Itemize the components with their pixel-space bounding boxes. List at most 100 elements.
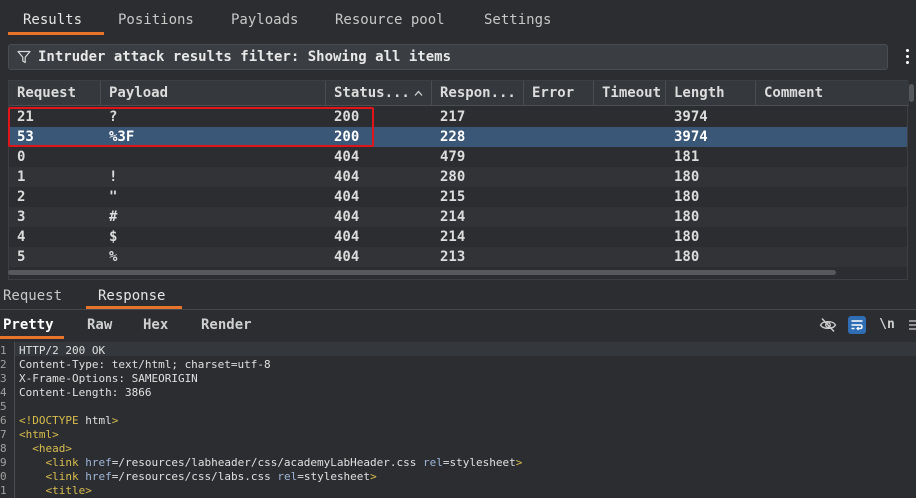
line-number: 1 (0, 344, 7, 357)
cell-status: 404 (334, 169, 360, 185)
tab-resource-pool[interactable]: Resource pool (335, 0, 445, 36)
cell-response: 280 (440, 169, 466, 185)
cell-status: 404 (334, 209, 360, 225)
cell-length: 180 (674, 209, 700, 225)
cell-error (524, 107, 532, 127)
active-view-tab-indicator (0, 336, 64, 339)
line-number: 7 (0, 428, 7, 441)
cell-comment (756, 167, 764, 187)
cell-timeout (594, 187, 602, 207)
view-mode-tabs: Pretty Raw Hex Render (0, 312, 916, 340)
cell-error (524, 187, 532, 207)
cell-response: 217 (440, 109, 466, 125)
highlight-box (8, 107, 374, 147)
cell-payload: # (109, 209, 118, 225)
cell-response: 214 (440, 229, 466, 245)
tab-settings[interactable]: Settings (484, 0, 551, 36)
filter-label: Intruder attack results filter: Showing … (38, 49, 452, 65)
tab-request[interactable]: Request (3, 284, 62, 308)
cell-response: 214 (440, 209, 466, 225)
cell-response: 228 (440, 129, 466, 145)
code-line: <title> (45, 484, 92, 497)
cell-payload (101, 147, 109, 167)
column-header-timeout[interactable]: Timeout (594, 81, 666, 106)
cell-timeout (594, 227, 602, 247)
cell-response: 479 (440, 149, 466, 165)
table-row[interactable]: 2 " 404 215 180 (9, 187, 907, 207)
cell-comment (756, 247, 764, 267)
code-line: <head> (32, 442, 72, 455)
cell-request: 2 (17, 189, 26, 205)
cell-request: 3 (17, 209, 26, 225)
column-header-error[interactable]: Error (524, 81, 594, 106)
cell-timeout (594, 127, 602, 147)
cell-comment (756, 227, 764, 247)
table-header: Request Payload Status... Respon... Erro… (9, 81, 909, 106)
tab-response[interactable]: Response (98, 284, 165, 308)
cell-length: 180 (674, 189, 700, 205)
cell-timeout (594, 107, 602, 127)
cell-error (524, 247, 532, 267)
cell-request: 1 (17, 169, 26, 185)
cell-comment (756, 207, 764, 227)
column-header-payload[interactable]: Payload (101, 81, 326, 106)
sort-ascending-icon (414, 90, 423, 96)
cell-timeout (594, 247, 602, 267)
line-number: 6 (0, 414, 7, 427)
cell-length: 3974 (674, 109, 708, 125)
eye-slash-icon[interactable] (819, 316, 837, 334)
cell-comment (756, 147, 764, 167)
more-options-icon[interactable] (905, 49, 911, 67)
tab-raw[interactable]: Raw (87, 312, 112, 338)
vertical-scrollbar[interactable] (909, 84, 914, 102)
tab-payloads[interactable]: Payloads (231, 0, 298, 36)
cell-error (524, 207, 532, 227)
column-header-request[interactable]: Request (9, 81, 101, 106)
tab-results[interactable]: Results (23, 0, 82, 36)
gutter-divider (14, 342, 15, 498)
code-line: HTTP/2 200 OK (19, 344, 106, 357)
editor-menu-icon[interactable] (908, 316, 916, 334)
cell-error (524, 127, 532, 147)
results-filter-bar[interactable]: Intruder attack results filter: Showing … (8, 44, 888, 70)
horizontal-scrollbar[interactable] (8, 270, 836, 275)
code-line: <html> (19, 428, 59, 441)
column-header-response[interactable]: Respon... (432, 81, 524, 106)
cell-status: 404 (334, 149, 360, 165)
tab-render[interactable]: Render (201, 312, 252, 338)
response-editor[interactable]: 1 HTTP/2 200 OK 2 Content-Type: text/html; … (0, 342, 916, 498)
cell-payload: " (109, 189, 118, 205)
filter-icon (17, 50, 31, 64)
cell-comment (756, 107, 764, 127)
table-row[interactable]: 4 $404 214 180 (9, 227, 907, 247)
cell-error (524, 167, 532, 187)
cell-length: 3974 (674, 129, 708, 145)
cell-comment (756, 127, 764, 147)
cell-request: 4 (17, 229, 26, 245)
cell-response: 215 (440, 189, 466, 205)
tab-hex[interactable]: Hex (143, 312, 168, 338)
cell-payload: $ (109, 229, 118, 245)
line-number: 5 (0, 400, 7, 413)
code-line: X-Frame-Options: SAMEORIGIN (19, 372, 198, 385)
tab-positions[interactable]: Positions (118, 0, 194, 36)
column-header-length[interactable]: Length (666, 81, 756, 106)
table-row[interactable]: 1! 404 280 180 (9, 167, 907, 187)
cell-timeout (594, 167, 602, 187)
show-newlines-icon[interactable]: \n (878, 316, 896, 334)
cell-length: 180 (674, 229, 700, 245)
column-header-comment[interactable]: Comment (756, 81, 909, 106)
cell-response: 213 (440, 249, 466, 265)
code-line: <link href=/resources/css/labs.css rel=s… (45, 470, 377, 483)
word-wrap-icon[interactable] (848, 316, 866, 334)
tab-pretty[interactable]: Pretty (3, 312, 54, 338)
table-row[interactable]: 0 404 479 181 (9, 147, 907, 167)
line-number: 1 (0, 484, 7, 497)
line-number: 2 (0, 358, 7, 371)
table-row[interactable]: 3 #404 214 180 (9, 207, 907, 227)
cell-error (524, 147, 532, 167)
table-row[interactable]: 5% 404 213 180 (9, 247, 907, 267)
code-line: Content-Type: text/html; charset=utf-8 (19, 358, 271, 371)
cell-timeout (594, 147, 602, 167)
cell-payload: % (109, 249, 118, 265)
